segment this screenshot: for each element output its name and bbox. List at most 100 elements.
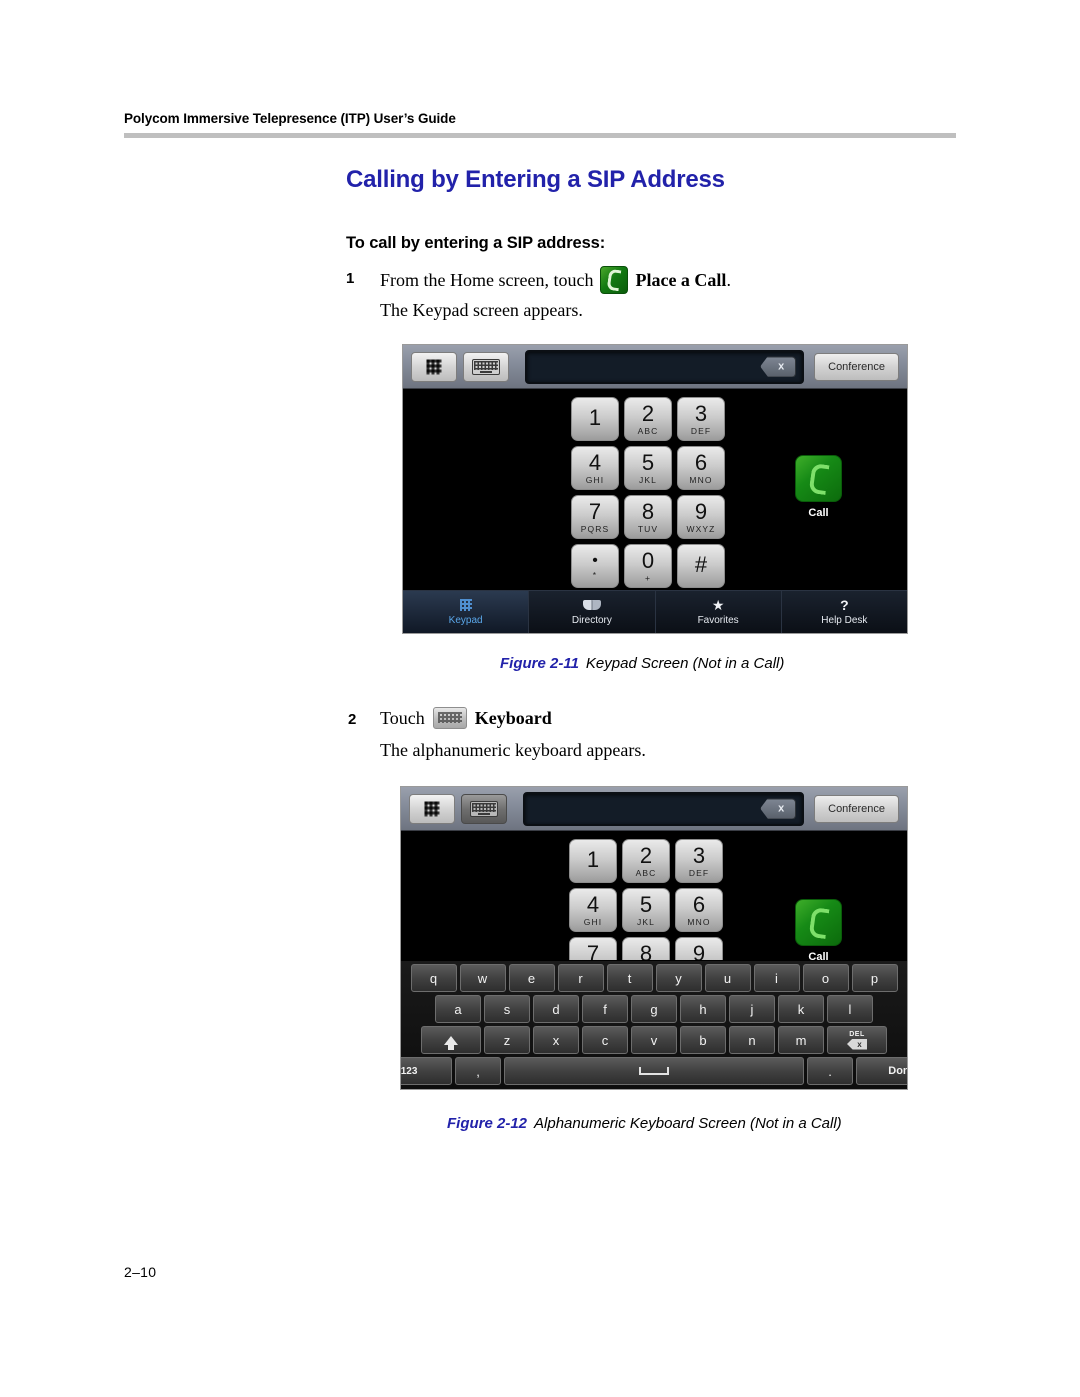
dialpad-icon xyxy=(459,599,472,612)
dialpad-key-4[interactable]: 4 GHI xyxy=(569,888,617,932)
figure-2-12-caption: Figure 2-12 Alphanumeric Keyboard Screen … xyxy=(447,1115,842,1132)
dialpad-key-5[interactable]: 5 JKL xyxy=(622,888,670,932)
step-2-text-bold: Keyboard xyxy=(474,707,552,728)
key-letters: + xyxy=(644,572,652,583)
key-l[interactable]: l xyxy=(827,995,873,1023)
step-1-line-2: The Keypad screen appears. xyxy=(380,300,583,320)
key-y[interactable]: y xyxy=(655,964,702,992)
green-phone-icon xyxy=(600,266,629,294)
key-digit: 2 xyxy=(641,400,655,426)
key-i[interactable]: i xyxy=(753,964,800,992)
key-letters: * xyxy=(592,569,598,580)
step-1-text-pre: From the Home screen, touch xyxy=(380,269,594,290)
period-key[interactable]: . xyxy=(807,1057,853,1085)
key-n[interactable]: n xyxy=(729,1026,775,1054)
question-icon: ? xyxy=(840,597,849,613)
key-d[interactable]: d xyxy=(533,995,579,1023)
dialpad-key-5[interactable]: 5 JKL xyxy=(624,446,672,490)
key-digit: 6 xyxy=(694,449,708,475)
key-j[interactable]: j xyxy=(729,995,775,1023)
dialpad-key-2[interactable]: 2 ABC xyxy=(624,397,672,441)
section-subheading: To call by entering a SIP address: xyxy=(346,234,606,252)
step-2-text-pre: Touch xyxy=(380,707,425,728)
dialpad-key-9[interactable]: 9 WXYZ xyxy=(677,495,725,539)
delete-key[interactable]: DEL x xyxy=(827,1026,887,1054)
key-z[interactable]: z xyxy=(484,1026,530,1054)
keyboard-icon xyxy=(432,707,467,729)
sip-address-input[interactable]: x xyxy=(523,791,805,826)
dialpad-key-1[interactable]: 1 xyxy=(571,397,619,441)
backspace-button[interactable]: x xyxy=(760,356,797,377)
backspace-icon: x xyxy=(847,1038,867,1050)
key-x[interactable]: x xyxy=(533,1026,579,1054)
backspace-button[interactable]: x xyxy=(760,798,797,819)
comma-key[interactable]: , xyxy=(455,1057,501,1085)
key-q[interactable]: q xyxy=(410,964,457,992)
device-bottom-nav: Keypad Directory ★ Favorites ? Help Desk xyxy=(403,590,907,633)
key-t[interactable]: t xyxy=(606,964,653,992)
dialpad-key-2[interactable]: 2 ABC xyxy=(622,839,670,883)
keyboard-mode-button[interactable] xyxy=(461,793,507,824)
nav-label-favorites: Favorites xyxy=(697,614,739,626)
running-header: Polycom Immersive Telepresence (ITP) Use… xyxy=(124,111,456,126)
key-r[interactable]: r xyxy=(557,964,604,992)
keyboard-mode-button[interactable] xyxy=(463,351,509,382)
dialpad-mode-button[interactable] xyxy=(411,351,457,382)
dialpad-key-6[interactable]: 6 MNO xyxy=(677,446,725,490)
dialpad-key-3[interactable]: 3 DEF xyxy=(677,397,725,441)
nav-item-favorites[interactable]: ★ Favorites xyxy=(656,591,782,633)
delete-key-label: DEL xyxy=(849,1030,865,1038)
dialpad-key-hash[interactable]: # xyxy=(677,544,725,588)
dialpad-key-4[interactable]: 4 GHI xyxy=(571,446,619,490)
key-c[interactable]: c xyxy=(582,1026,628,1054)
dialpad-key-0[interactable]: 0 + xyxy=(624,544,672,588)
figure-2-11-text: Keypad Screen (Not in a Call) xyxy=(585,655,785,672)
page-title: Calling by Entering a SIP Address xyxy=(346,166,725,193)
key-m[interactable]: m xyxy=(778,1026,824,1054)
dialpad-key-star[interactable]: • * xyxy=(571,544,619,588)
dialpad-mode-button[interactable] xyxy=(409,793,455,824)
nav-item-keypad[interactable]: Keypad xyxy=(403,591,530,633)
key-u[interactable]: u xyxy=(704,964,751,992)
call-button-label: Call xyxy=(808,507,829,519)
call-button-group[interactable]: Call xyxy=(795,455,842,519)
key-p[interactable]: p xyxy=(851,964,898,992)
space-icon xyxy=(639,1067,669,1075)
key-e[interactable]: e xyxy=(508,964,555,992)
step-2-number: 2 xyxy=(348,711,357,728)
call-phone-icon xyxy=(795,899,842,946)
key-o[interactable]: o xyxy=(802,964,849,992)
call-button-group[interactable]: Call xyxy=(795,899,842,963)
done-key[interactable]: Done xyxy=(856,1057,907,1085)
key-w[interactable]: w xyxy=(459,964,506,992)
key-h[interactable]: h xyxy=(680,995,726,1023)
key-letters: MNO xyxy=(689,474,713,485)
key-digit: 1 xyxy=(588,405,602,430)
key-a[interactable]: a xyxy=(435,995,481,1023)
nav-label-directory: Directory xyxy=(571,614,612,626)
dialpad-key-1[interactable]: 1 xyxy=(569,839,617,883)
key-k[interactable]: k xyxy=(778,995,824,1023)
dialpad-key-7[interactable]: 7 PQRS xyxy=(571,495,619,539)
key-digit: 9 xyxy=(694,498,708,524)
dialpad-key-6[interactable]: 6 MNO xyxy=(675,888,723,932)
key-g[interactable]: g xyxy=(631,995,677,1023)
nav-item-directory[interactable]: Directory xyxy=(529,591,656,633)
shift-key[interactable] xyxy=(421,1026,481,1054)
conference-button[interactable]: Conference xyxy=(814,352,899,381)
sip-address-input[interactable]: x xyxy=(525,349,805,384)
key-b[interactable]: b xyxy=(680,1026,726,1054)
dialpad-grid: 1 2 ABC 3 DEF 4 GHI 5 JKL 6 MNO xyxy=(571,397,725,588)
conference-button[interactable]: Conference xyxy=(814,794,899,823)
step-1-text-bold: Place a Call xyxy=(635,269,727,290)
key-letters: ABC xyxy=(637,425,659,436)
dialpad-key-8[interactable]: 8 TUV xyxy=(624,495,672,539)
key-v[interactable]: v xyxy=(631,1026,677,1054)
nav-item-help-desk[interactable]: ? Help Desk xyxy=(782,591,907,633)
numeric-mode-key[interactable]: ?123 xyxy=(401,1057,452,1085)
key-f[interactable]: f xyxy=(582,995,628,1023)
space-key[interactable] xyxy=(504,1057,804,1085)
key-letters: GHI xyxy=(585,474,605,485)
key-s[interactable]: s xyxy=(484,995,530,1023)
dialpad-key-3[interactable]: 3 DEF xyxy=(675,839,723,883)
